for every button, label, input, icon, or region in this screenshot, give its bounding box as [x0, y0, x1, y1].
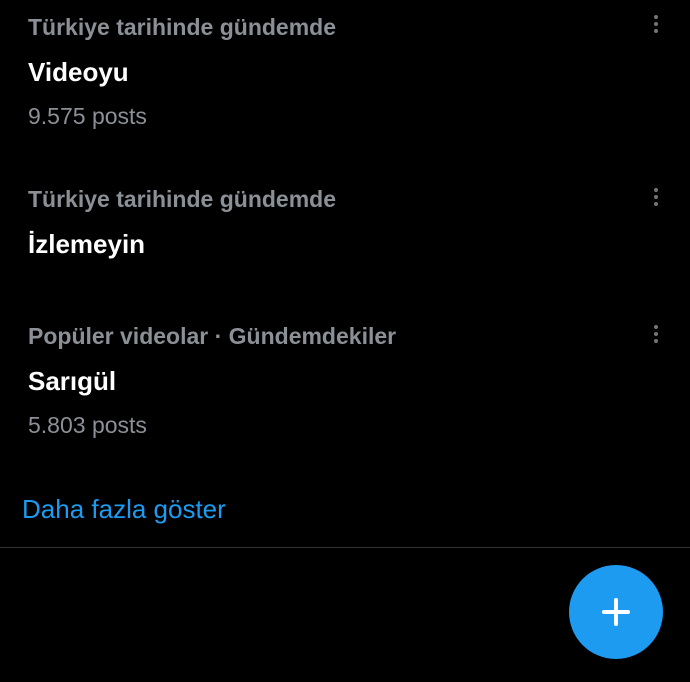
show-more-link[interactable]: Daha fazla göster	[22, 494, 226, 525]
more-options-button[interactable]	[644, 9, 668, 39]
trend-context: Türkiye tarihinde gündemde	[28, 14, 336, 40]
plus-icon-vertical	[614, 598, 618, 626]
more-vertical-icon	[654, 188, 658, 192]
trend-context: Popüler videolar · Gündemdekiler	[28, 323, 397, 349]
trend-name: İzlemeyin	[28, 229, 146, 259]
more-vertical-icon-dot	[654, 195, 658, 199]
more-vertical-icon-dot	[654, 332, 658, 336]
compose-button[interactable]	[569, 565, 663, 659]
trend-post-count: 9.575 posts	[28, 103, 147, 129]
more-vertical-icon	[654, 15, 658, 19]
trend-item[interactable]: Türkiye tarihinde gündemde Videoyu 9.575…	[0, 0, 690, 160]
trend-item[interactable]: Popüler videolar · Gündemdekiler Sarıgül…	[0, 310, 690, 460]
more-options-button[interactable]	[644, 182, 668, 212]
more-vertical-icon	[654, 325, 658, 329]
trend-item[interactable]: Türkiye tarihinde gündemde İzlemeyin	[0, 170, 690, 290]
trend-name: Videoyu	[28, 57, 129, 87]
more-vertical-icon-dot	[654, 22, 658, 26]
divider	[0, 547, 690, 548]
trend-name: Sarıgül	[28, 366, 117, 396]
more-vertical-icon-dot	[654, 29, 658, 33]
more-vertical-icon-dot	[654, 339, 658, 343]
more-vertical-icon-dot	[654, 202, 658, 206]
more-options-button[interactable]	[644, 319, 668, 349]
trend-post-count: 5.803 posts	[28, 412, 147, 438]
trend-context: Türkiye tarihinde gündemde	[28, 186, 336, 212]
